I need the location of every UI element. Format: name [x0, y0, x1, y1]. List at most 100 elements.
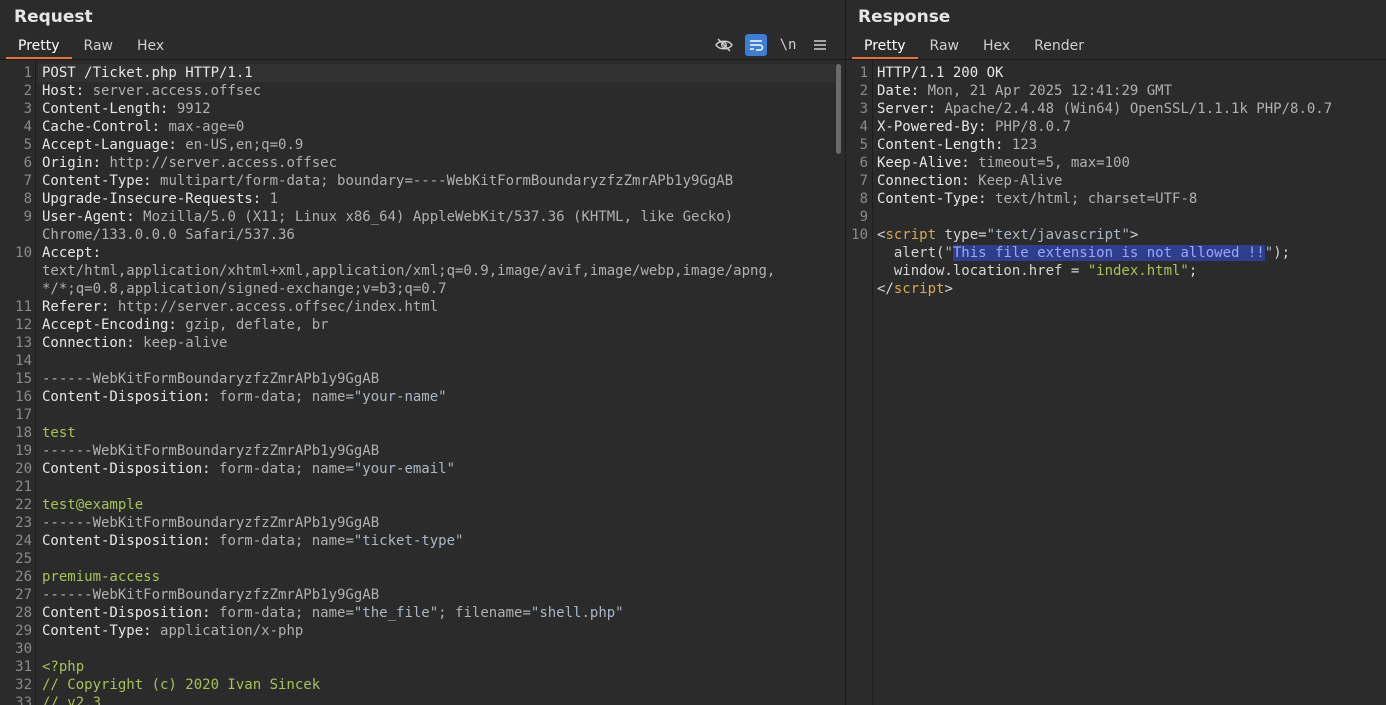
line-text: Content-Type: multipart/form-data; bound… [42, 172, 733, 190]
request-tabs: Pretty Raw Hex [6, 33, 176, 59]
code-line: 7 Content-Type: multipart/form-data; boun… [0, 172, 845, 190]
token: // v2.3 [42, 695, 102, 705]
line-number: 8 [859, 191, 868, 207]
line-number: 32 [15, 677, 32, 693]
line-number: 27 [15, 587, 32, 603]
code-line: 4 Cache-Control: max-age=0 [0, 118, 845, 136]
line-text: POST /Ticket.php HTTP/1.1 [42, 64, 253, 82]
code-line: 11 Referer: http://server.access.offsec/i… [0, 298, 845, 316]
token: Accept-Encoding: [42, 317, 186, 333]
response-editor[interactable]: 1 HTTP/1.1 200 OK 2 Date: Mon, 21 Apr 2025 … [846, 61, 1386, 705]
code-line: 12 Accept-Encoding: gzip, deflate, br [0, 316, 845, 334]
token: Content-Disposition: [42, 533, 220, 549]
line-number: 18 [15, 425, 32, 441]
code-line: 4 X-Powered-By: PHP/8.0.7 [846, 118, 1386, 136]
token: http://server.access.offsec [109, 155, 338, 171]
line-text: // v2.3 [42, 694, 101, 705]
line-text: Keep-Alive: timeout=5, max=100 [877, 154, 1130, 172]
line-text: Cache-Control: max-age=0 [42, 118, 244, 136]
token: ------WebKitFormBoundaryzfzZmrAPb1y9GgAB [42, 443, 380, 459]
token: ; filename= [438, 605, 531, 621]
code-line: 6 Origin: http://server.access.offsec [0, 154, 845, 172]
line-text: Date: Mon, 21 Apr 2025 12:41:29 GMT [877, 82, 1172, 100]
tab-hex[interactable]: Hex [125, 33, 176, 59]
token: application/x-php [160, 623, 304, 639]
request-toolbar: \n [713, 34, 831, 56]
token: Referer: [42, 299, 118, 315]
line-number: 6 [23, 155, 32, 171]
code-line: 23 ------WebKitFormBoundaryzfzZmrAPb1y9Gg… [0, 514, 845, 532]
code-line: 1 HTTP/1.1 200 OK [846, 64, 1386, 82]
line-text: Content-Disposition: form-data; name="ti… [42, 532, 463, 550]
request-scrollbar[interactable] [836, 64, 841, 154]
code-line: Chrome/133.0.0.0 Safari/537.36 [0, 226, 845, 244]
token: "your-email" [353, 461, 456, 477]
token: "index.html" [1087, 263, 1189, 279]
tab-render[interactable]: Render [1022, 33, 1096, 59]
line-number: 12 [15, 317, 32, 333]
code-line: 16 Content-Disposition: form-data; name="… [0, 388, 845, 406]
token: "the_file" [353, 605, 439, 621]
token: max-age=0 [168, 119, 245, 135]
eye-off-icon[interactable] [713, 34, 735, 56]
tab-pretty[interactable]: Pretty [6, 33, 72, 59]
tab-raw[interactable]: Raw [72, 33, 125, 59]
token: This file extension is not allowed !! [952, 245, 1265, 261]
token: http://server.access.offsec/index.html [117, 299, 439, 315]
token: ------WebKitFormBoundaryzfzZmrAPb1y9GgAB [42, 587, 380, 603]
line-text: premium-access [42, 568, 160, 586]
token: form-data; name= [219, 389, 354, 405]
code-line: 7 Connection: Keep-Alive [846, 172, 1386, 190]
code-line: </script> [846, 280, 1386, 298]
token: // Copyright (c) 2020 Ivan Sincek [42, 677, 321, 693]
token: POST /Ticket.php HTTP/1.1 [42, 65, 253, 81]
code-line: 3 Content-Length: 9912 [0, 100, 845, 118]
tab-hex[interactable]: Hex [971, 33, 1022, 59]
line-number: 5 [23, 137, 32, 153]
token: Accept-Language: [42, 137, 186, 153]
token: form-data; name= [219, 605, 354, 621]
line-text: Chrome/133.0.0.0 Safari/537.36 [42, 226, 295, 244]
token: multipart/form-data; boundary=----WebKit… [160, 173, 734, 189]
code-line: 25 [0, 550, 845, 568]
line-text: Server: Apache/2.4.48 (Win64) OpenSSL/1.… [877, 100, 1332, 118]
line-text: */*;q=0.8,application/signed-exchange;v=… [42, 280, 447, 298]
code-line: 14 [0, 352, 845, 370]
token: ); [1273, 245, 1291, 261]
token: Date: [877, 83, 928, 99]
token: en-US,en;q=0.9 [185, 137, 304, 153]
code-line: 6 Keep-Alive: timeout=5, max=100 [846, 154, 1386, 172]
token: Accept: [42, 245, 102, 261]
token: 9912 [176, 101, 211, 117]
tab-raw[interactable]: Raw [918, 33, 971, 59]
response-pane: Response Pretty Raw Hex Render 1 HTTP/1.1… [846, 0, 1386, 705]
line-text: <?php [42, 658, 84, 676]
token: Host: [42, 83, 93, 99]
code-line: 10 Accept: [0, 244, 845, 262]
code-line: 5 Content-Length: 123 [846, 136, 1386, 154]
token: keep-alive [143, 335, 228, 351]
line-text: </script> [877, 280, 953, 298]
line-number: 2 [859, 83, 868, 99]
line-number: 31 [15, 659, 32, 675]
code-line: 20 Content-Disposition: form-data; name="… [0, 460, 845, 478]
line-number: 10 [15, 245, 32, 261]
token: 1 [269, 191, 279, 207]
line-number: 20 [15, 461, 32, 477]
token: window.location.href = [877, 263, 1088, 279]
line-text: Origin: http://server.access.offsec [42, 154, 337, 172]
request-editor[interactable]: 1 POST /Ticket.php HTTP/1.1 2 Host: server.… [0, 61, 845, 705]
token: Upgrade-Insecure-Requests: [42, 191, 270, 207]
tab-pretty[interactable]: Pretty [852, 33, 918, 59]
token: Mozilla/5.0 (X11; Linux x86_64) AppleWeb… [143, 209, 734, 225]
token: */*;q=0.8,application/signed-exchange;v=… [42, 281, 447, 297]
code-line: alert("This file extension is not allowe… [846, 244, 1386, 262]
menu-icon[interactable] [809, 34, 831, 56]
token: ; [1188, 263, 1198, 279]
wrap-icon[interactable] [745, 34, 767, 56]
line-text: Content-Length: 123 [877, 136, 1037, 154]
token: Connection: [877, 173, 979, 189]
line-text: ------WebKitFormBoundaryzfzZmrAPb1y9GgAB [42, 442, 379, 460]
newline-toggle[interactable]: \n [777, 34, 799, 56]
line-number: 10 [851, 227, 868, 243]
